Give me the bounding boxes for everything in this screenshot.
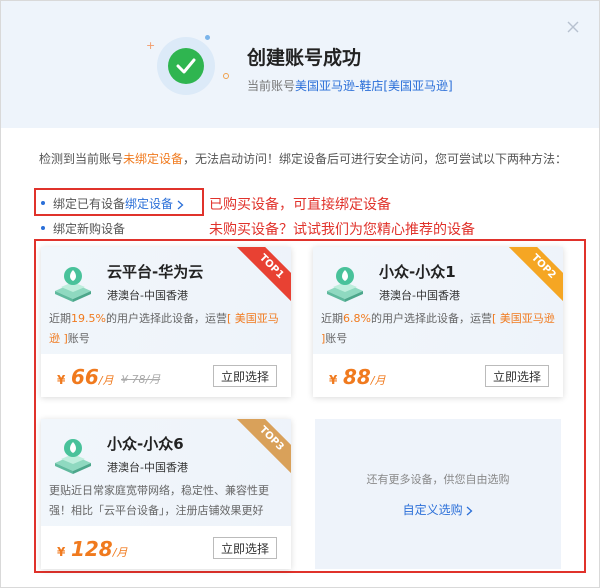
current-account-name: 美国亚马逊-鞋店[美国亚马逊] <box>295 79 453 93</box>
bullet-dot <box>41 200 45 205</box>
product-price: ¥ 128/月 <box>57 537 128 561</box>
select-now-button[interactable]: 立即选择 <box>485 365 549 387</box>
bullet-dot <box>41 225 45 230</box>
unbound-status: 未绑定设备 <box>123 152 184 166</box>
more-devices-text: 还有更多设备，供您自由选购 <box>366 473 510 486</box>
custom-purchase-link[interactable]: 自定义选购 <box>315 501 561 518</box>
sparkle-icon: + <box>146 39 156 52</box>
product-name: 云平台-华为云 <box>107 263 204 281</box>
select-now-button[interactable]: 立即选择 <box>213 537 277 559</box>
product-description: 近期6.8%的用户选择此设备，运营[ 美国亚马逊 ]账号 <box>321 312 555 345</box>
product-description: 近期19.5%的用户选择此设备，运营[ 美国亚马逊 ]账号 <box>49 312 279 345</box>
cloud-device-icon <box>55 439 91 474</box>
product-description: 更贴近日常家庭宽带网络，稳定性、兼容性更强！相比「云平台设备」，注册店铺效果更好 <box>49 484 269 517</box>
chevron-right-icon <box>177 200 184 209</box>
success-badge <box>157 37 215 95</box>
select-now-button[interactable]: 立即选择 <box>213 365 277 387</box>
product-name: 小众-小众1 <box>379 263 456 281</box>
bind-device-link[interactable]: 绑定设备 <box>125 197 184 211</box>
option-bind-existing: 绑定已有设备绑定设备 <box>41 195 184 212</box>
close-icon[interactable] <box>565 19 581 35</box>
ring-decoration-icon <box>223 73 229 79</box>
check-circle-icon <box>168 48 204 84</box>
dialog-header: + 创建账号成功 当前账号美国亚马逊-鞋店[美国亚马逊] <box>1 1 599 128</box>
option-bind-new: 绑定新购设备 <box>41 220 125 237</box>
chevron-right-icon <box>466 506 473 515</box>
original-price: ¥ 78/月 <box>121 373 161 386</box>
product-name: 小众-小众6 <box>107 435 184 453</box>
cloud-device-icon <box>55 267 91 302</box>
product-region: 港澳台-中国香港 <box>107 289 188 302</box>
product-card-3[interactable]: TOP3 小众-小众6 港澳台-中国香港 更贴近日常家庭宽带网络，稳定性、兼容性… <box>41 419 291 569</box>
product-region: 港澳台-中国香港 <box>379 289 460 302</box>
product-price: ¥ 88/月 <box>329 365 386 389</box>
product-price: ¥ 66/月 <box>57 365 114 389</box>
dialog-title: 创建账号成功 <box>247 47 362 69</box>
cloud-device-icon <box>327 267 363 302</box>
unbound-device-message: 检测到当前账号未绑定设备，无法启动访问！绑定设备后可进行安全访问，您可尝试以下两… <box>39 152 568 166</box>
product-card-2[interactable]: TOP2 小众-小众1 港澳台-中国香港 近期6.8%的用户选择此设备，运营[ … <box>313 247 563 397</box>
annotation-bought: 已购买设备，可直接绑定设备 <box>209 197 391 213</box>
more-devices-card: 还有更多设备，供您自由选购 自定义选购 <box>315 419 561 569</box>
product-region: 港澳台-中国香港 <box>107 461 188 474</box>
product-card-1[interactable]: TOP1 云平台-华为云 港澳台-中国香港 近期19.5%的用户选择此设备，运营… <box>41 247 291 397</box>
create-account-success-dialog: + 创建账号成功 当前账号美国亚马逊-鞋店[美国亚马逊] 检测到当前账号未绑定设… <box>0 0 600 588</box>
annotation-not-bought: 未购买设备？试试我们为您精心推荐的设备 <box>209 222 475 238</box>
current-account-line: 当前账号美国亚马逊-鞋店[美国亚马逊] <box>247 79 453 93</box>
